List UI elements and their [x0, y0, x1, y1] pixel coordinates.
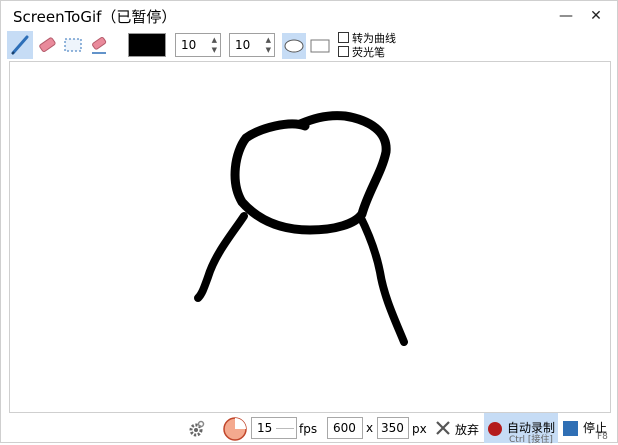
stop-square-icon: [563, 421, 578, 436]
timer-icon: [223, 417, 247, 441]
dimension-separator: x: [366, 421, 374, 435]
px-unit-label: px: [412, 422, 427, 436]
stop-button[interactable]: 停止 F8: [561, 413, 617, 443]
selection-icon: [64, 38, 82, 52]
settings-button[interactable]: [186, 419, 206, 439]
highlighter-checkbox-label: 荧光笔: [352, 46, 385, 59]
discard-button[interactable]: 放弃: [433, 417, 483, 439]
drawing-canvas[interactable]: [9, 61, 611, 413]
record-dot-icon: [488, 422, 502, 436]
curve-checkbox-box[interactable]: [338, 32, 349, 43]
discard-label: 放弃: [455, 423, 480, 437]
ink-stroke-left-leg: [194, 212, 248, 302]
discard-x-icon: [436, 421, 450, 435]
select-tool-button[interactable]: [60, 31, 86, 59]
highlighter-checkbox-box[interactable]: [338, 46, 349, 57]
pen-width-value: 10: [181, 38, 197, 52]
fps-input[interactable]: 15: [251, 417, 297, 439]
rectangle-tip-button[interactable]: [308, 33, 332, 59]
width-value: 600: [333, 421, 356, 435]
close-icon: ✕: [590, 8, 602, 24]
record-shortcut: Ctrl [接住]: [509, 435, 553, 445]
fps-slider-line: [276, 428, 294, 429]
pen-height-stepper[interactable]: 10 ▲ ▼: [229, 33, 275, 57]
title-bar: ScreenToGif（已暂停） — ✕: [1, 1, 617, 31]
color-picker[interactable]: [128, 33, 166, 57]
pen-icon: [11, 35, 29, 55]
stop-shortcut: F8: [597, 432, 608, 442]
record-button[interactable]: 自动录制 Ctrl [接住]: [484, 413, 558, 445]
fps-value: 15: [257, 421, 273, 435]
fps-unit-label: fps: [299, 422, 318, 436]
minimize-icon: —: [559, 8, 573, 24]
ink-stroke-right-leg: [356, 212, 408, 346]
ellipse-tip-button[interactable]: [282, 33, 306, 59]
down-arrow-icon[interactable]: ▼: [212, 46, 217, 54]
frame-rate-indicator: [222, 416, 248, 442]
ellipse-icon: [284, 39, 304, 53]
curve-checkbox[interactable]: 转为曲线: [338, 31, 498, 45]
minimize-button[interactable]: —: [551, 1, 581, 31]
ink-stroke-head: [230, 111, 391, 235]
pen-width-stepper[interactable]: 10 ▲ ▼: [175, 33, 221, 57]
window: ScreenToGif（已暂停） — ✕ 10 ▲ ▼ 10 ▲ ▼ 转为曲线 …: [0, 0, 618, 445]
height-value: 350: [381, 421, 404, 435]
status-bar: 15 fps 600 x 350 px 放弃 自动录制 Ctrl [接住] 停止…: [1, 413, 617, 445]
height-input[interactable]: 350: [377, 417, 409, 439]
width-input[interactable]: 600: [327, 417, 363, 439]
erase-selection-tool-button[interactable]: [86, 31, 112, 59]
close-button[interactable]: ✕: [581, 1, 611, 31]
highlighter-checkbox[interactable]: 荧光笔: [338, 45, 498, 59]
stroke-eraser-icon: [92, 36, 107, 54]
eraser-icon: [39, 37, 56, 53]
down-arrow-icon[interactable]: ▼: [266, 46, 271, 54]
gear-icon: [189, 420, 205, 437]
pen-tool-button[interactable]: [7, 31, 33, 59]
up-arrow-icon[interactable]: ▲: [212, 36, 217, 44]
eraser-tool-button[interactable]: [34, 31, 60, 59]
pen-height-value: 10: [235, 38, 251, 52]
toolbar: 10 ▲ ▼ 10 ▲ ▼ 转为曲线 荧光笔: [1, 31, 617, 61]
ink-strokes: [194, 111, 408, 346]
window-title: ScreenToGif（已暂停）: [13, 8, 177, 26]
rectangle-icon: [310, 39, 330, 53]
up-arrow-icon[interactable]: ▲: [266, 36, 271, 44]
